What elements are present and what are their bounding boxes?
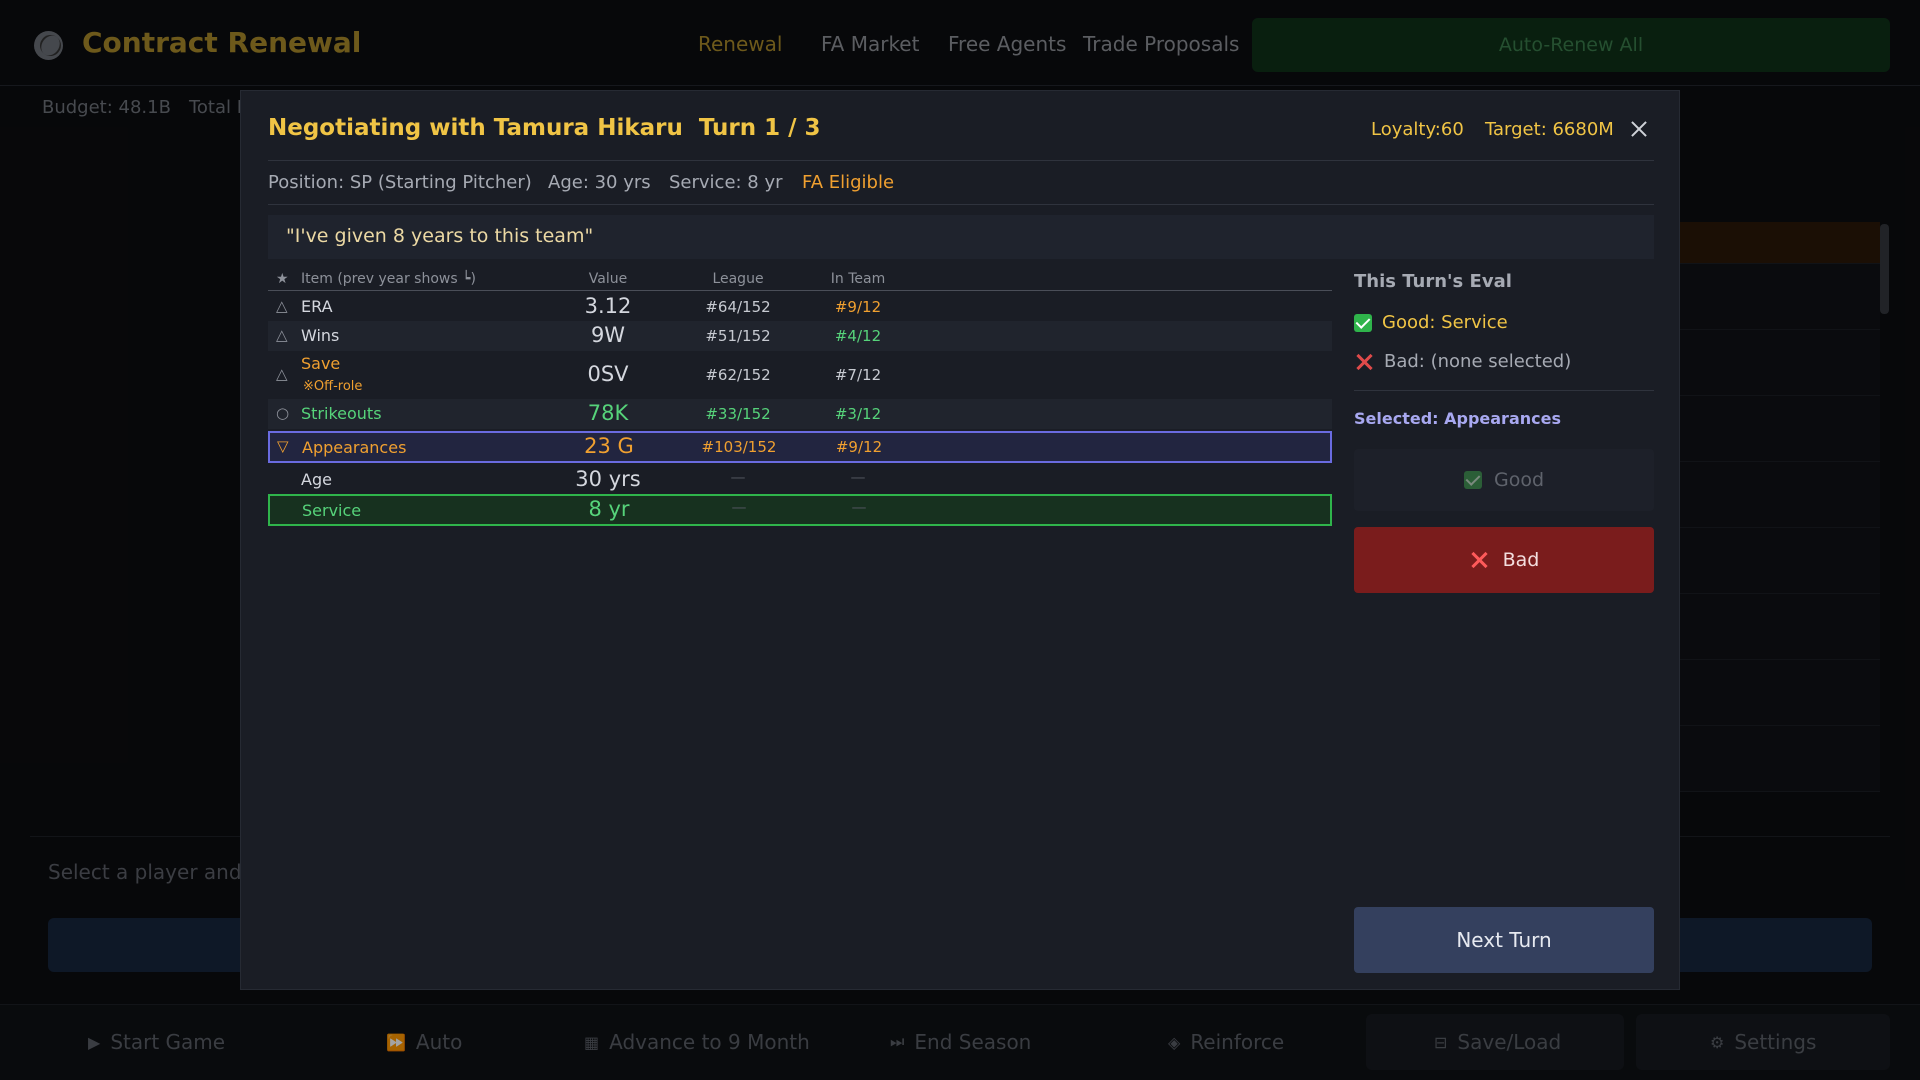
table-row-age[interactable]: Age 30 yrs — — [268, 464, 1332, 494]
eval-bad-line: Bad: (none selected) [1354, 351, 1571, 372]
close-icon[interactable] [1627, 117, 1651, 141]
negotiation-modal: Negotiating with Tamura Hikaru Turn 1 / … [240, 90, 1680, 990]
row-team-rank: — [851, 498, 867, 516]
player-quote: "I've given 8 years to this team" [268, 215, 1654, 259]
good-button[interactable]: Good [1354, 449, 1654, 511]
rating-mark: △ [276, 365, 288, 383]
row-league-rank: — [730, 468, 746, 486]
league-column-header: League [712, 271, 764, 287]
rating-mark: ▽ [277, 437, 289, 455]
row-label: Strikeouts [301, 404, 382, 423]
row-team-rank: #7/12 [834, 366, 882, 384]
row-value: 78K [587, 401, 629, 425]
row-team-rank: #9/12 [835, 438, 883, 456]
table-row-save[interactable]: △ Save ※Off-role 0SV #62/152 #7/12 [268, 351, 1332, 399]
rating-mark: ○ [276, 404, 290, 422]
cross-icon [1354, 352, 1374, 372]
table-row-strikeouts[interactable]: ○ Strikeouts 78K #33/152 #3/12 [268, 399, 1332, 429]
row-value: 8 yr [588, 497, 630, 521]
item-column-header: Item (prev year shows ┕) [301, 271, 476, 287]
table-header-divider [268, 290, 1332, 291]
row-league-rank: #62/152 [705, 366, 771, 384]
row-label: Appearances [302, 438, 407, 457]
target-value: Target: 6680M [1485, 119, 1614, 140]
row-league-rank: #103/152 [701, 438, 777, 456]
row-team-rank: #9/12 [834, 298, 882, 316]
row-label: Service [302, 501, 362, 520]
row-league-rank: #33/152 [705, 405, 771, 423]
row-value: 30 yrs [575, 467, 641, 491]
off-role-note: ※Off-role [303, 379, 363, 394]
row-value: 3.12 [584, 294, 632, 318]
row-label: ERA [301, 297, 333, 316]
table-row-appearances[interactable]: ▽ Appearances 23 G #103/152 #9/12 [268, 431, 1332, 463]
row-label: Wins [301, 326, 340, 345]
star-header-icon: ★ [276, 271, 289, 287]
row-team-rank: #3/12 [834, 405, 882, 423]
rating-mark: △ [276, 326, 288, 344]
next-turn-button[interactable]: Next Turn [1354, 907, 1654, 973]
player-age: Age: 30 yrs [548, 172, 651, 193]
eval-good-text: Good: Service [1382, 312, 1508, 333]
checkbox-icon [1463, 471, 1482, 489]
rating-mark: △ [276, 297, 288, 315]
eval-good-line: Good: Service [1354, 312, 1508, 333]
divider [1354, 390, 1654, 391]
row-league-rank: #64/152 [705, 298, 771, 316]
row-league-rank: — [731, 498, 747, 516]
cross-icon [1469, 550, 1489, 570]
row-value: 0SV [587, 362, 629, 386]
row-league-rank: #51/152 [705, 327, 771, 345]
divider [268, 204, 1654, 205]
row-value: 9W [590, 323, 626, 347]
row-label: Save [301, 354, 341, 373]
divider [268, 160, 1654, 161]
row-value: 23 G [584, 434, 634, 458]
player-position: Position: SP (Starting Pitcher) [268, 172, 532, 193]
team-column-header: In Team [830, 271, 886, 287]
fa-status-badge: FA Eligible [802, 172, 895, 193]
value-column-header: Value [588, 271, 628, 287]
loyalty-value: Loyalty:60 [1371, 119, 1464, 140]
row-team-rank: — [850, 468, 866, 486]
modal-title: Negotiating with Tamura Hikaru Turn 1 / … [268, 115, 821, 141]
selected-item-label: Selected: Appearances [1354, 409, 1561, 428]
row-team-rank: #4/12 [834, 327, 882, 345]
eval-title: This Turn's Eval [1354, 271, 1512, 292]
bad-button[interactable]: Bad [1354, 527, 1654, 593]
checkbox-icon [1354, 313, 1372, 332]
player-service: Service: 8 yr [669, 172, 783, 193]
table-row-service[interactable]: Service 8 yr — — [268, 494, 1332, 526]
row-label: Age [301, 470, 332, 489]
eval-bad-text: Bad: (none selected) [1384, 351, 1572, 372]
table-row-era[interactable]: △ ERA 3.12 #64/152 #9/12 [268, 292, 1332, 321]
table-row-wins[interactable]: △ Wins 9W #51/152 #4/12 [268, 321, 1332, 351]
